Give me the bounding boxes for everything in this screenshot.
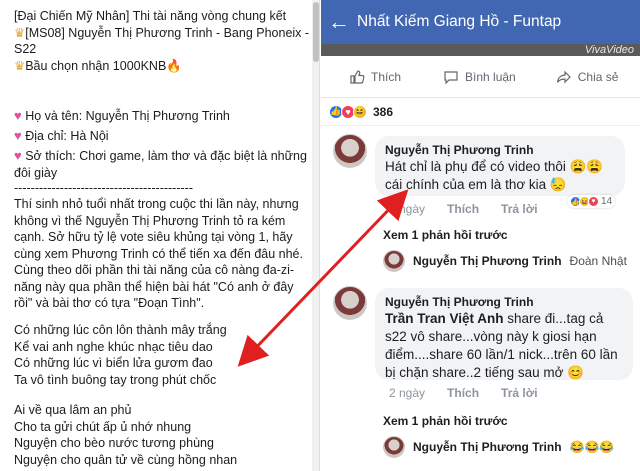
heart-icon: ♥ [14,128,22,143]
poem-line: Cho ta gửi chút ấp ủ nhớ nhung [14,419,192,434]
poem-stanza-2: Ai về qua lâm an phủ Cho ta gửi chút ấp … [14,402,310,468]
thumbs-up-icon [350,69,365,84]
comment-meta-2: 2 ngày Thích Trả lời [389,386,538,400]
left-scrollbar[interactable] [312,0,319,471]
page-title: Nhất Kiếm Giang Hồ - Funtap [357,13,562,30]
comment-text: Trần Tran Việt Anh share đi...tag cả s22… [385,311,618,380]
video-watermark: VivaVideo [584,44,634,56]
reply-text: 😂😂😂 [569,440,615,454]
video-thumbnail-strip[interactable]: VivaVideo [321,44,640,56]
post-name-line: ♥ Họ và tên: Nguyễn Thị Phương Trinh [14,108,230,123]
post-description: Thí sinh nhỏ tuổi nhất trong cuộc thi lầ… [14,197,303,310]
reply-text: Đoàn Nhật [569,254,627,268]
comment-label: Bình luận [465,69,516,84]
mention-tag[interactable]: Trần Tran Việt Anh [385,311,504,326]
like-button[interactable]: Thích [349,69,401,85]
post-hobby-line: ♥ Sở thích: Chơi game, làm thơ và đặc bi… [14,148,307,180]
view-previous-replies-link[interactable]: Xem 1 phản hồi trước [383,228,508,242]
poem-stanza-1: Có những lúc côn lôn thành mây trắng Kể … [14,322,310,388]
comment-bubble-1: Nguyễn Thị Phương Trinh Hát chỉ là phụ đ… [375,136,625,196]
share-label: Chia sẻ [577,69,619,84]
comment-bubble-2: Nguyễn Thị Phương Trinh Trần Tran Việt A… [375,288,633,380]
avatar[interactable] [383,436,405,458]
comment-bubble-icon [444,70,458,84]
facebook-mobile-panel: ← Nhất Kiếm Giang Hồ - Funtap VivaVideo … [321,0,640,471]
love-reaction-icon: ♥ [588,196,599,207]
post-separator: ----------------------------------------… [14,181,193,195]
share-button[interactable]: Chia sẻ [556,69,619,85]
fire-icon: 🔥 [166,59,182,73]
reply-author: Nguyễn Thị Phương Trinh [413,440,562,454]
comment-like-link[interactable]: Thích [447,202,479,216]
comment-time: 2 ngày [389,202,426,216]
poem-line: Kể vai anh nghe khúc nhạc tiêu dao [14,339,213,354]
crown-icon: ♛ [14,59,26,73]
post-vote-line: ♛Bầu chọn nhận 1000KNB🔥 [14,59,182,73]
reply-author: Nguyễn Thị Phương Trinh [413,254,562,268]
reactions-summary[interactable]: 👍 ♥ 😆 386 [321,98,640,126]
avatar[interactable] [333,286,367,320]
commenter-name[interactable]: Nguyễn Thị Phương Trinh [385,295,623,310]
like-label: Thích [371,69,402,84]
view-previous-replies-link[interactable]: Xem 1 phản hồi trước [383,414,508,428]
poem-line: Ta vô tình buông tay trong phút chốc [14,372,217,387]
avatar[interactable] [333,134,367,168]
avatar[interactable] [383,250,405,272]
poem-line: Nguyện cho bèo nước tương phùng [14,436,214,450]
reaction-count: 386 [373,104,394,119]
post-actions-bar: Thích Bình luận Chia sẻ [321,56,640,98]
scrollbar-thumb[interactable] [313,2,319,62]
back-arrow-icon[interactable]: ← [321,9,357,35]
reply-preview-1[interactable]: Nguyễn Thị Phương Trinh Đoàn Nhật [383,250,627,272]
poem-line: Có những lúc côn lôn thành mây trắng [14,323,227,337]
comment-reply-link[interactable]: Trả lời [501,386,538,400]
poem-line: Nguyện cho quân tử về cùng hồng nhan [14,452,238,467]
comment-react-count: 14 [601,196,613,207]
comment-text: Hát chỉ là phụ để có video thôi 😩😩 cái c… [385,159,604,192]
crown-icon: ♛ [14,25,26,40]
commenter-name[interactable]: Nguyễn Thị Phương Trinh [385,143,615,158]
comment-reply-link[interactable]: Trả lời [501,202,538,216]
haha-reaction-icon: 😆 [353,104,367,119]
left-post-panel: [Đại Chiến Mỹ Nhân] Thi tài năng vòng ch… [0,0,320,471]
comment-button[interactable]: Bình luận [443,69,516,85]
comment-like-link[interactable]: Thích [447,386,479,400]
share-arrow-icon [556,70,571,83]
poem-line: Ai về qua lâm an phủ [14,403,132,417]
post-title: [Đại Chiến Mỹ Nhân] Thi tài năng vòng ch… [14,9,310,56]
comment-time: 2 ngày [389,386,426,400]
post-address-line: ♥ Địa chỉ: Hà Nội [14,128,109,143]
comment-meta-1: 2 ngày Thích Trả lời [389,202,538,216]
heart-icon: ♥ [14,148,22,163]
heart-icon: ♥ [14,108,22,123]
fb-header: ← Nhất Kiếm Giang Hồ - Funtap [321,0,640,44]
reply-preview-2[interactable]: Nguyễn Thị Phương Trinh 😂😂😂 [383,436,614,458]
poem-line: Có những lúc vì biển lửa gươm đao [14,356,213,370]
comment-reactions[interactable]: 👍 😆 ♥ 14 [567,195,616,208]
